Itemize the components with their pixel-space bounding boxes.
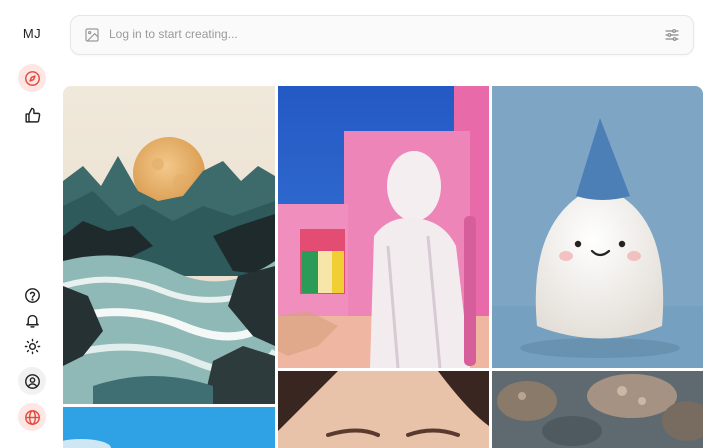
settings-sliders-icon[interactable]: [664, 27, 680, 43]
thumbs-up-icon: [24, 107, 40, 123]
help-button[interactable]: [18, 281, 46, 309]
gallery-image-face[interactable]: [278, 371, 489, 448]
nav-likes-button[interactable]: [18, 101, 46, 129]
prompt-placeholder[interactable]: Log in to start creating...: [109, 27, 238, 41]
gallery-image-felt-ghost[interactable]: [492, 86, 703, 368]
globe-icon: [24, 409, 40, 425]
notifications-button[interactable]: [18, 306, 46, 334]
logo[interactable]: MJ: [0, 26, 64, 41]
sidebar: MJ: [0, 0, 64, 448]
image-icon[interactable]: [84, 27, 100, 43]
bell-icon: [25, 314, 39, 328]
gallery-image-moon-sea[interactable]: [63, 86, 275, 404]
user-circle-icon: [24, 373, 40, 389]
account-button[interactable]: [18, 367, 46, 395]
sun-icon: [24, 338, 40, 354]
compass-icon: [24, 70, 40, 86]
prompt-bar[interactable]: Log in to start creating...: [70, 15, 694, 55]
gallery-image-pink-figure[interactable]: [278, 86, 489, 368]
theme-toggle-button[interactable]: [18, 332, 46, 360]
gallery-image-coral[interactable]: [492, 371, 703, 448]
nav-explore-button[interactable]: [18, 64, 46, 92]
language-button[interactable]: [18, 403, 46, 431]
question-circle-icon: [24, 287, 40, 303]
gallery-image-sky[interactable]: [63, 407, 275, 448]
